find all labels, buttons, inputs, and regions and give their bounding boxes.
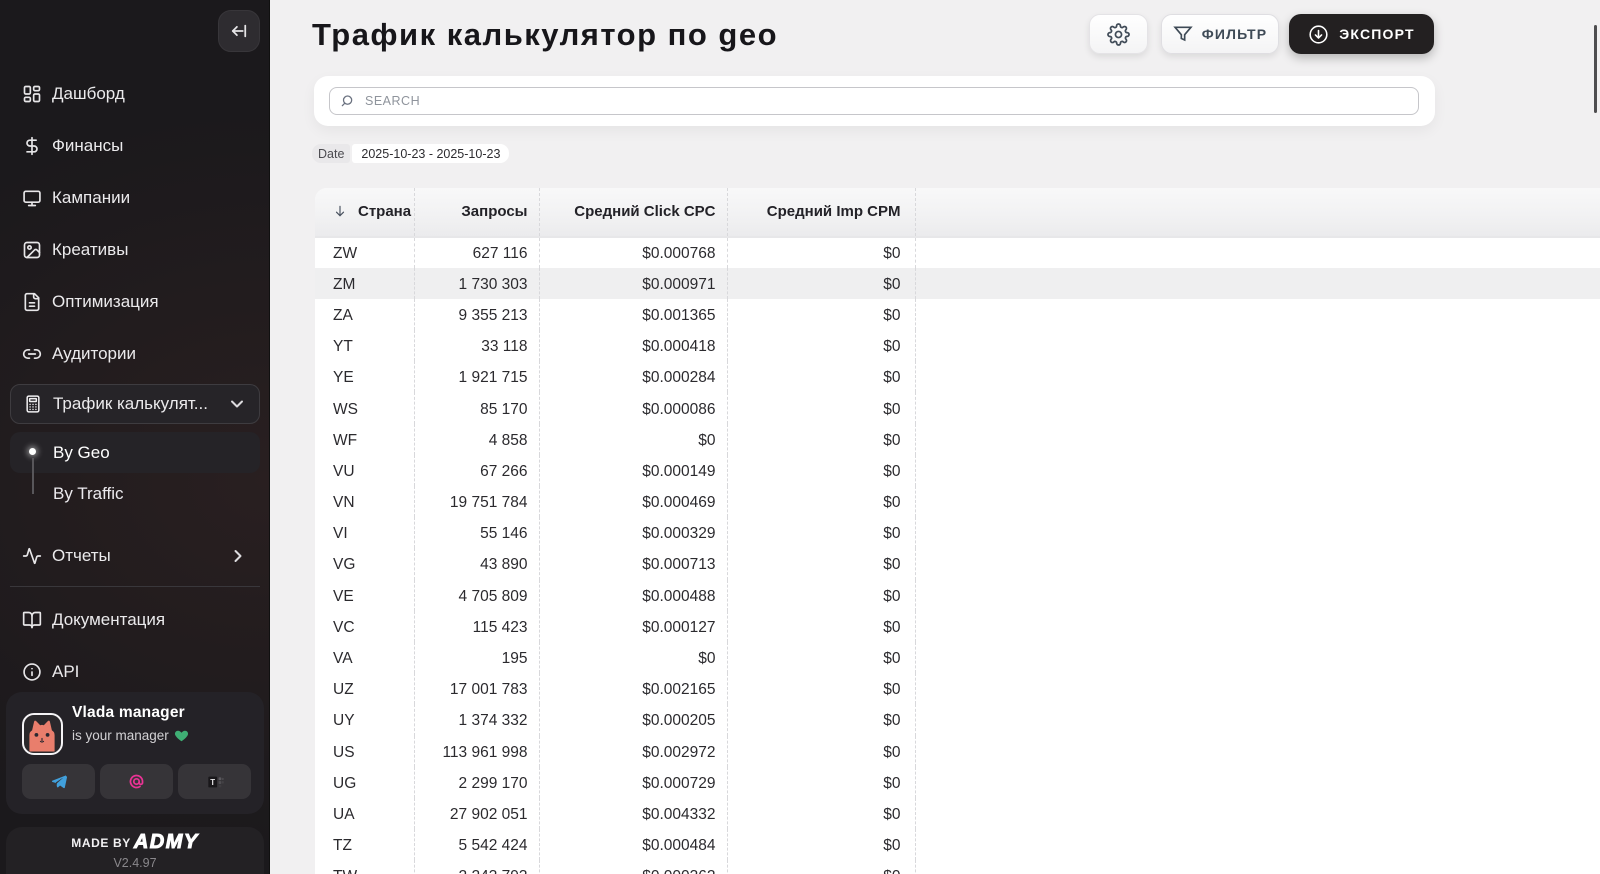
svg-text:T: T xyxy=(210,778,215,787)
